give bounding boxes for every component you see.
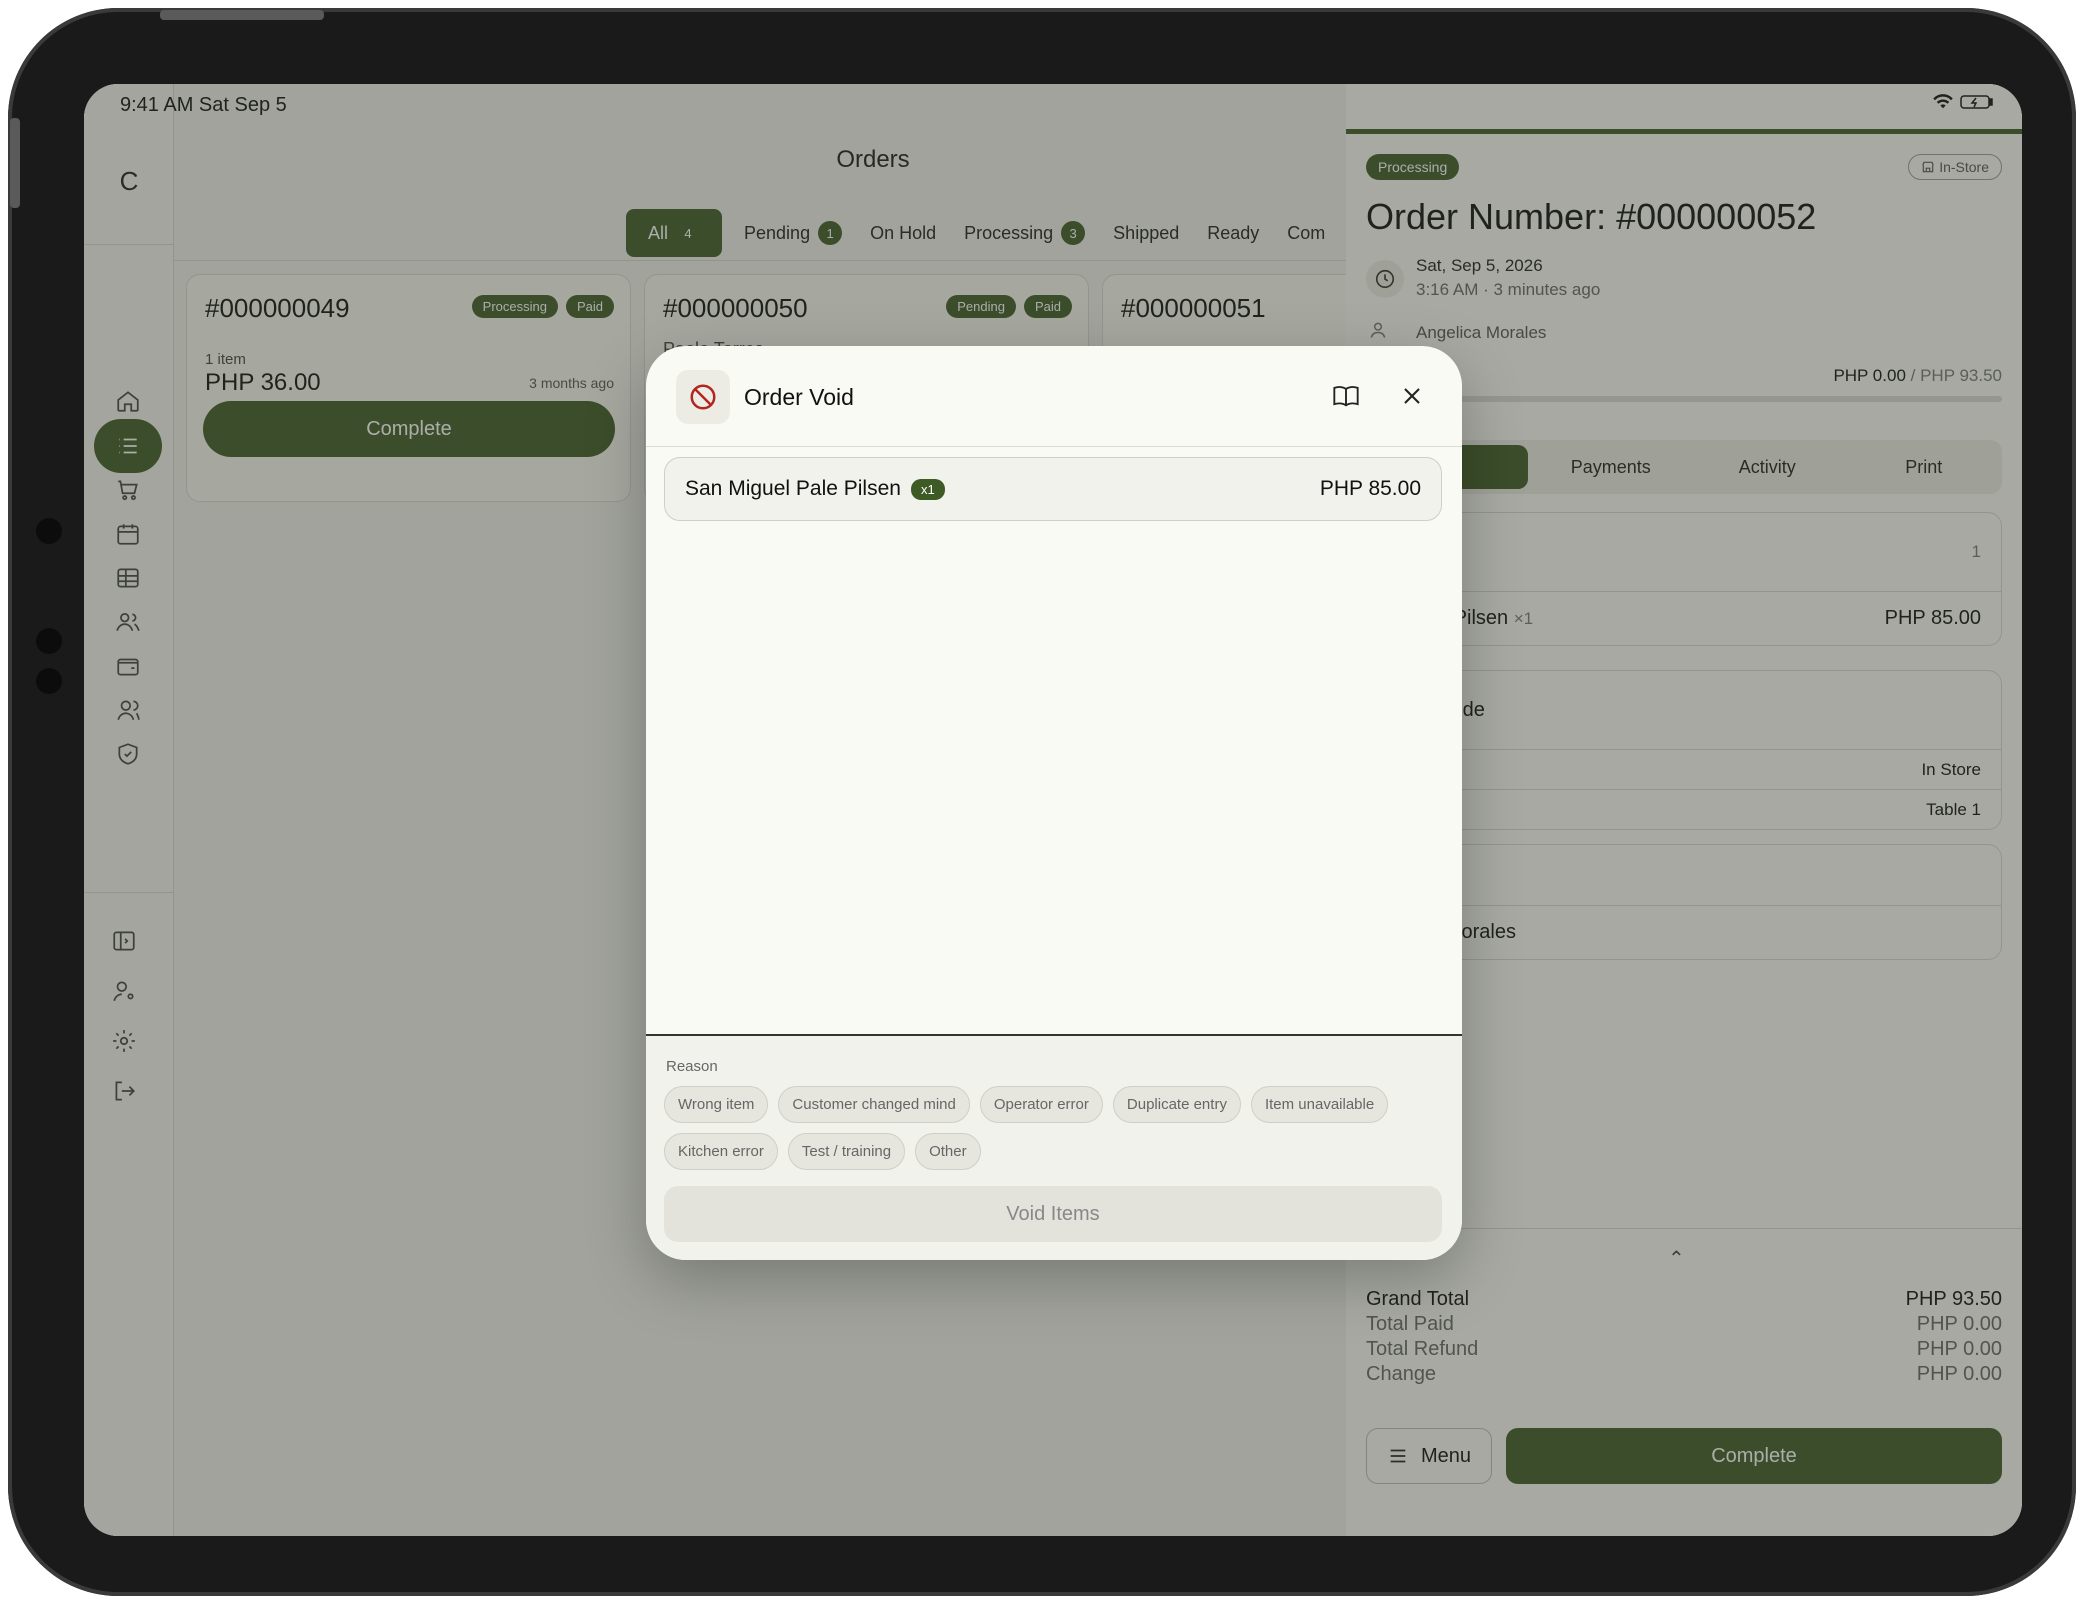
dialog-footer: Reason Wrong item Customer changed mind … bbox=[646, 1036, 1462, 1260]
tablet-frame: C Orders All 4 Pending 1 On Hold Process… bbox=[8, 8, 2076, 1596]
reason-label: Reason bbox=[666, 1058, 718, 1075]
dialog-title: Order Void bbox=[744, 384, 854, 410]
book-icon[interactable] bbox=[1332, 382, 1360, 415]
camera-dot bbox=[36, 628, 62, 654]
camera-dot bbox=[36, 668, 62, 694]
reason-chip-kitchen-error[interactable]: Kitchen error bbox=[664, 1133, 778, 1170]
dialog-header: Order Void bbox=[646, 346, 1462, 447]
camera-dot bbox=[36, 518, 62, 544]
reason-chip-wrong-item[interactable]: Wrong item bbox=[664, 1086, 769, 1123]
reason-chip-test-training[interactable]: Test / training bbox=[787, 1133, 906, 1170]
screen: C Orders All 4 Pending 1 On Hold Process… bbox=[84, 84, 2022, 1536]
reason-chip-customer-changed-mind[interactable]: Customer changed mind bbox=[778, 1086, 970, 1123]
reason-chips: Wrong item Customer changed mind Operato… bbox=[664, 1086, 1454, 1170]
reason-chip-operator-error[interactable]: Operator error bbox=[979, 1086, 1103, 1123]
reason-chip-duplicate-entry[interactable]: Duplicate entry bbox=[1112, 1086, 1241, 1123]
item-name: San Miguel Pale Pilsen bbox=[685, 477, 901, 500]
reason-chip-other[interactable]: Other bbox=[915, 1133, 981, 1170]
hardware-button bbox=[10, 118, 20, 208]
void-items-button[interactable]: Void Items bbox=[664, 1186, 1442, 1242]
hardware-button bbox=[252, 10, 324, 20]
close-icon[interactable] bbox=[1398, 382, 1426, 415]
prohibited-icon bbox=[676, 370, 730, 424]
order-void-dialog: Order Void San Miguel Pale Pilsen x1 PHP… bbox=[646, 346, 1462, 1260]
item-price: PHP 85.00 bbox=[1319, 477, 1421, 500]
void-item-row[interactable]: San Miguel Pale Pilsen x1 PHP 85.00 bbox=[664, 457, 1442, 521]
reason-chip-item-unavailable[interactable]: Item unavailable bbox=[1250, 1086, 1389, 1123]
item-qty-badge: x1 bbox=[910, 478, 945, 500]
